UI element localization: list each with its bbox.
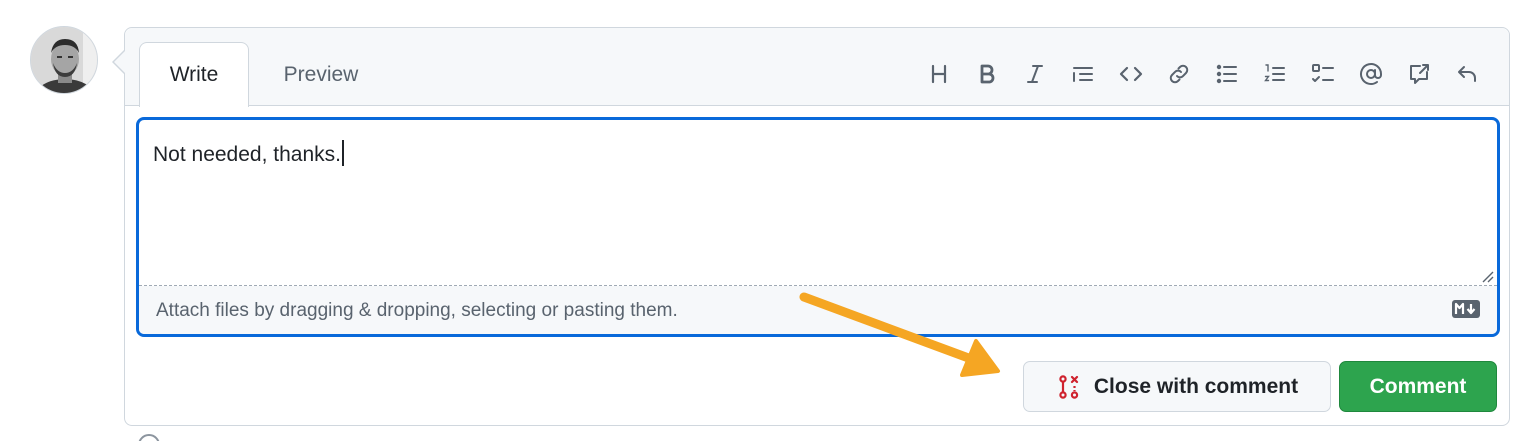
code-icon[interactable]	[1107, 58, 1155, 90]
close-with-comment-button[interactable]: Close with comment	[1023, 361, 1331, 412]
bold-icon[interactable]	[963, 58, 1011, 90]
task-list-icon[interactable]	[1299, 58, 1347, 90]
comment-editor: Not needed, thanks. Attach files by drag…	[136, 117, 1500, 337]
comment-textarea[interactable]: Not needed, thanks.	[139, 120, 1497, 286]
quote-icon[interactable]	[1059, 58, 1107, 90]
comment-button-label: Comment	[1369, 374, 1467, 398]
markdown-toolbar	[915, 58, 1491, 90]
comment-button[interactable]: Comment	[1339, 361, 1497, 412]
user-avatar[interactable]	[30, 26, 98, 94]
mention-icon[interactable]	[1347, 58, 1395, 90]
attach-files-text: Attach files by dragging & dropping, sel…	[156, 300, 678, 321]
text-cursor	[341, 140, 344, 166]
markdown-icon[interactable]	[1452, 300, 1480, 318]
ordered-list-icon[interactable]	[1251, 58, 1299, 90]
heading-icon[interactable]	[915, 58, 963, 90]
cross-reference-icon[interactable]	[1395, 58, 1443, 90]
resize-grip-icon[interactable]	[1480, 269, 1494, 283]
saved-replies-icon[interactable]	[1443, 58, 1491, 90]
comment-text: Not needed, thanks.	[153, 143, 341, 166]
tab-preview[interactable]: Preview	[265, 42, 377, 107]
comment-header: Write Preview	[125, 28, 1509, 107]
close-with-comment-label: Close with comment	[1093, 374, 1299, 398]
timeline-marker-icon	[138, 434, 160, 441]
link-icon[interactable]	[1155, 58, 1203, 90]
pull-request-closed-icon	[1059, 374, 1079, 399]
comment-form: Write Preview Not needed, thanks. Attach…	[124, 27, 1510, 426]
comment-caret-fill	[114, 51, 125, 73]
attach-files-bar[interactable]: Attach files by dragging & dropping, sel…	[139, 286, 1497, 334]
tab-write[interactable]: Write	[139, 42, 249, 107]
unordered-list-icon[interactable]	[1203, 58, 1251, 90]
italic-icon[interactable]	[1011, 58, 1059, 90]
